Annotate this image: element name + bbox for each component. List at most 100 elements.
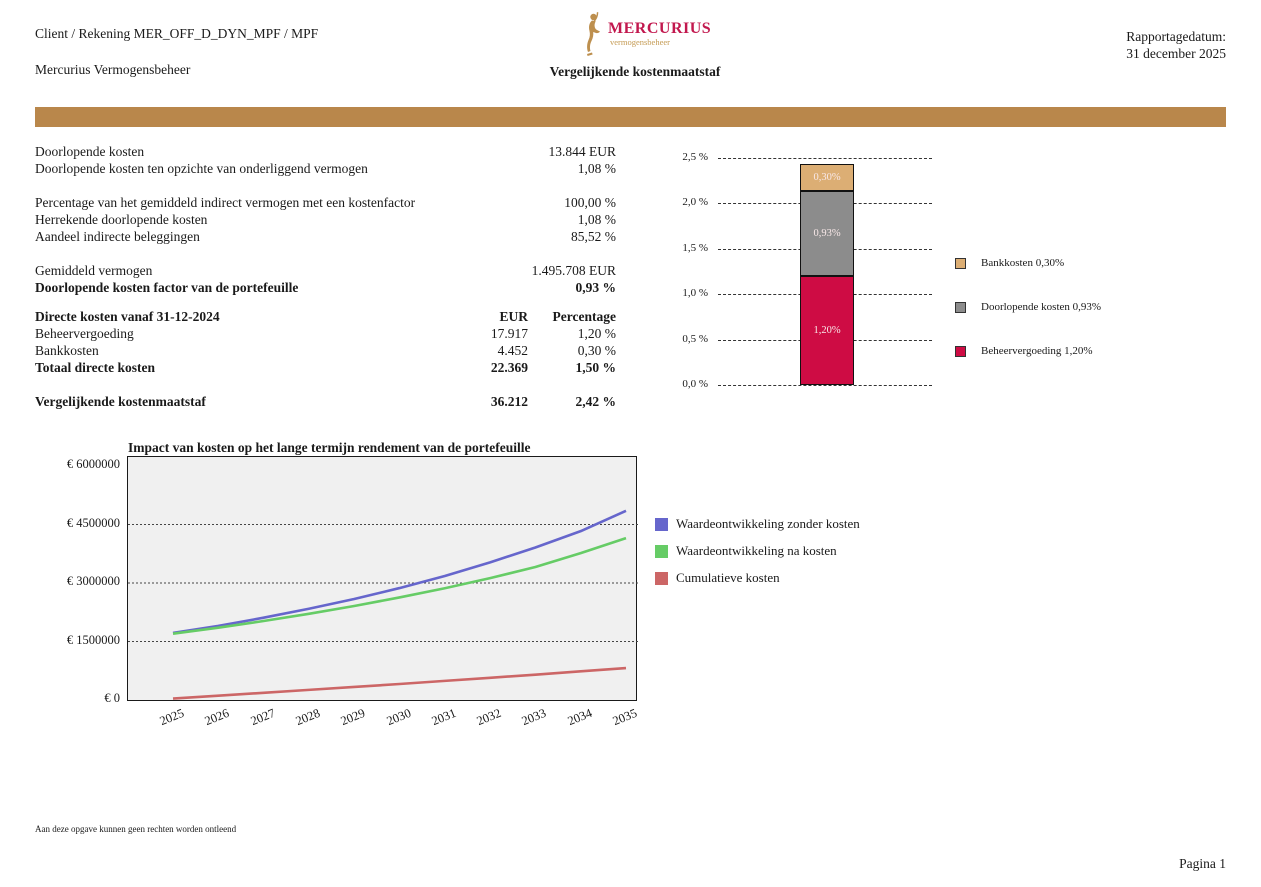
line-legend-item: Cumulatieve kosten — [655, 570, 780, 586]
line-legend-item: Waardeontwikkeling na kosten — [655, 543, 837, 559]
bar-segment-doorlopende-kosten: 0,93% — [800, 191, 854, 276]
line-ytick-label: € 0 — [104, 691, 120, 705]
legend-swatch-icon — [655, 544, 668, 558]
bar-ytick-label: 0,0 % — [682, 378, 708, 390]
report-date-block: Rapportagedatum: 31 december 2025 — [1126, 28, 1226, 62]
summary-row-value: 1,08 % — [577, 212, 616, 227]
direct-cost-pct: 1,20 % — [577, 326, 616, 341]
bar-legend-item: Bankkosten 0,30% — [955, 257, 1064, 269]
direct-cost-label: Bankkosten — [35, 343, 99, 358]
series-line-waardeontwikkeling-na-kosten — [172, 536, 627, 635]
summary-row-label: Percentage van het gemiddeld indirect ve… — [35, 195, 416, 210]
cost-impact-line-chart: Impact van kosten op het lange termijn r… — [30, 438, 990, 758]
legend-swatch-icon — [955, 257, 966, 269]
report-date-value: 31 december 2025 — [1126, 46, 1226, 61]
summary-row-label: Gemiddeld vermogen — [35, 263, 153, 278]
direct-cost-label: Beheervergoeding — [35, 326, 134, 341]
summary-row: Doorlopende kosten factor van de portefe… — [35, 279, 616, 296]
legend-swatch-icon — [655, 517, 668, 531]
summary-row: Percentage van het gemiddeld indirect ve… — [35, 194, 616, 211]
bar-segment-beheervergoeding: 1,20% — [800, 275, 854, 385]
summary-row-value: 100,00 % — [564, 195, 616, 210]
summary-row-value: 13.844 EUR — [548, 144, 617, 159]
bar-ytick-label: 0,5 % — [682, 332, 708, 345]
bar-ytick-label: 2,5 % — [682, 150, 708, 163]
mercury-figure-icon — [587, 12, 600, 56]
legend-swatch-icon — [655, 571, 668, 585]
table-gap — [35, 245, 616, 262]
line-legend-label: Waardeontwikkeling na kosten — [676, 543, 837, 558]
direct-cost-pct: 2,42 % — [575, 394, 617, 409]
summary-row-label: Doorlopende kosten — [35, 144, 145, 159]
summary-row-label: Aandeel indirecte beleggingen — [35, 229, 200, 244]
line-ytick-label: € 3000000 — [66, 574, 120, 588]
firm-name: Mercurius Vermogensbeheer — [35, 62, 191, 77]
line-xtick-label: 2028 — [293, 705, 322, 729]
summary-row: Herrekende doorlopende kosten 1,08 % — [35, 211, 616, 228]
bar-legend-label: Bankkosten 0,30% — [981, 257, 1065, 269]
line-xtick-label: 2027 — [248, 705, 277, 729]
summary-row-value: 0,93 % — [575, 280, 617, 295]
logo-wordmark: MERCURIUS — [608, 20, 712, 37]
line-chart-plot-area — [127, 456, 638, 701]
line-xtick-label: 2035 — [610, 705, 640, 729]
direct-cost-label: Vergelijkende kostenmaatstaf — [35, 394, 206, 409]
client-account-line: Client / Rekening MER_OFF_D_DYN_MPF / MP… — [35, 26, 319, 41]
line-xtick-label: 2026 — [202, 705, 232, 729]
line-xtick-label: 2033 — [519, 705, 549, 729]
bar-segment-bankkosten: 0,30% — [800, 163, 854, 192]
direct-cost-label: Directe kosten vanaf 31-12-2024 — [35, 309, 220, 324]
direct-costs-row: Totaal directe kosten 22.369 1,50 % — [35, 359, 616, 376]
direct-costs-header-row: Directe kosten vanaf 31-12-2024 EUR Percen… — [35, 308, 616, 325]
bar-gridline — [718, 385, 932, 386]
report-page: Client / Rekening MER_OFF_D_DYN_MPF / MP… — [0, 0, 1261, 887]
direct-costs-row: Bankkosten 4.452 0,30 % — [35, 342, 616, 359]
bar-ytick-label: 1,0 % — [682, 287, 708, 299]
direct-cost-pct: 0,30 % — [577, 343, 616, 358]
legend-swatch-icon — [955, 345, 966, 357]
company-logo: MERCURIUS vermogensbeheer — [536, 8, 736, 60]
cost-stacked-bar-chart: 0,0 % 0,5 % 1,0 % 1,5 % 2,0 % 2,5 % 1,20% 0,93%… — [660, 140, 1230, 400]
summary-row: Doorlopende kosten 13.844 EUR — [35, 143, 616, 160]
summary-row-value: 1,08 % — [577, 161, 616, 176]
line-xtick-label: 2032 — [474, 705, 504, 729]
line-ytick-label: € 4500000 — [66, 515, 120, 530]
report-title: Vergelijkende kostenmaatstaf — [549, 64, 721, 79]
line-chart-title: Impact van kosten op het lange termijn r… — [128, 440, 531, 455]
bar-ytick-label: 2,0 % — [682, 196, 708, 208]
cost-summary-table: Doorlopende kosten 13.844 EUR Doorlopende … — [35, 143, 616, 296]
line-ytick-label: € 1500000 — [66, 632, 120, 647]
bar-ytick-label: 1,5 % — [682, 241, 708, 254]
direct-cost-pct: Percentage — [552, 309, 616, 324]
bar-legend-label: Doorlopende kosten 0,93% — [981, 301, 1102, 313]
summary-row-label: Herrekende doorlopende kosten — [35, 212, 208, 227]
bar-legend-item: Beheervergoeding 1,20% — [955, 345, 1093, 357]
line-ytick-label: € 6000000 — [66, 457, 120, 471]
summary-row: Doorlopende kosten ten opzichte van onde… — [35, 160, 616, 177]
summary-row: Aandeel indirecte beleggingen 85,52 % — [35, 228, 616, 245]
direct-cost-eur: 4.452 — [497, 343, 528, 358]
line-chart-canvas — [128, 509, 638, 700]
summary-row-label: Doorlopende kosten ten opzichte van onde… — [35, 161, 368, 176]
logo-tagline: vermogensbeheer — [610, 37, 670, 47]
disclaimer-text: Aan deze opgave kunnen geen rechten word… — [35, 824, 237, 834]
line-xtick-label: 2031 — [429, 705, 458, 729]
line-xtick-label: 2030 — [384, 705, 413, 729]
page-number: Pagina 1 — [1179, 856, 1226, 871]
line-xtick-label: 2029 — [338, 705, 368, 729]
summary-row-value: 85,52 % — [571, 229, 616, 244]
bar-legend-item: Doorlopende kosten 0,93% — [955, 301, 1101, 313]
series-line-cumulatieve-kosten — [172, 666, 627, 700]
direct-cost-eur: 17.917 — [490, 326, 528, 341]
direct-costs-row: Beheervergoeding 17.917 1,20 % — [35, 325, 616, 342]
direct-cost-eur: 22.369 — [490, 360, 528, 375]
direct-costs-table: Directe kosten vanaf 31-12-2024 EUR Percen… — [35, 308, 616, 410]
direct-costs-row: Vergelijkende kostenmaatstaf 36.212 2,42 % — [35, 393, 616, 410]
direct-cost-pct: 1,50 % — [575, 360, 617, 375]
line-xtick-label: 2034 — [565, 705, 594, 729]
line-legend-label: Cumulatieve kosten — [676, 570, 780, 585]
section-divider-band — [35, 107, 1226, 127]
direct-cost-eur: EUR — [499, 309, 528, 324]
line-legend-item: Waardeontwikkeling zonder kosten — [655, 516, 860, 532]
line-legend-label: Waardeontwikkeling zonder kosten — [676, 516, 860, 531]
